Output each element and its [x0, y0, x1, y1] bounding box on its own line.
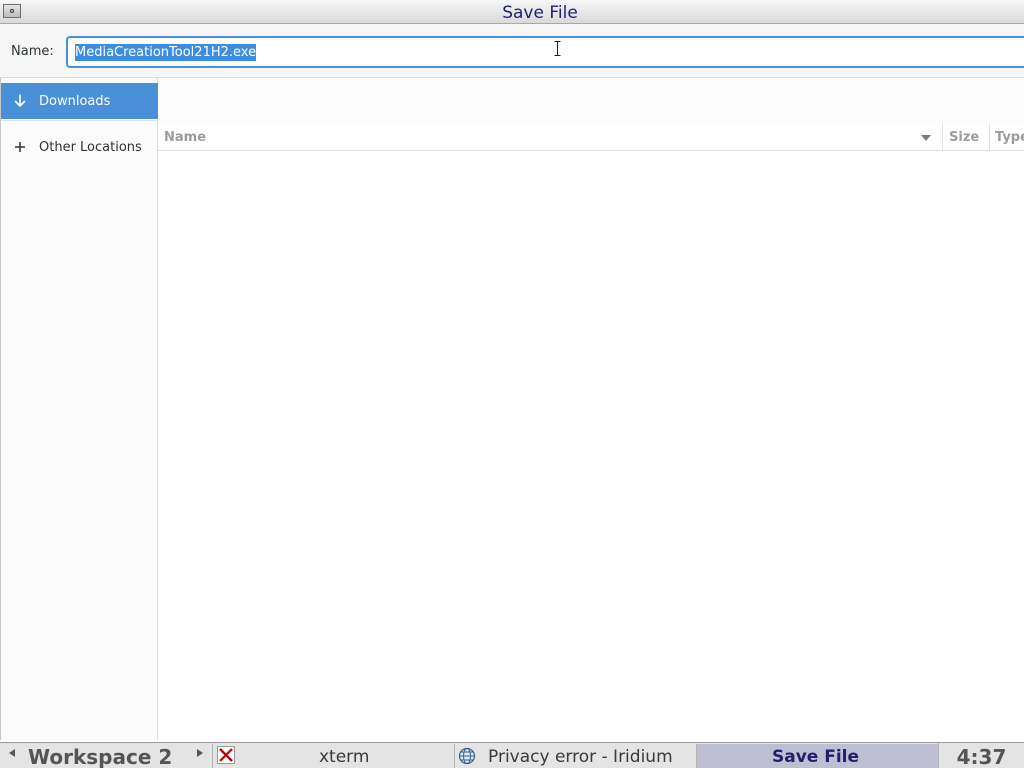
task-label: xterm [319, 747, 370, 767]
column-header-label: Size [949, 130, 980, 145]
column-header-name[interactable]: Name [164, 124, 934, 150]
x-terminal-icon [217, 746, 235, 764]
column-header-label: Type [995, 130, 1024, 145]
task-save-file[interactable]: Save File [696, 744, 938, 768]
workspace-prev-arrow-icon[interactable] [9, 749, 15, 757]
path-bar [158, 78, 1024, 124]
sidebar-item-other-locations[interactable]: Other Locations [1, 129, 158, 165]
file-list-header: Name Size Type [158, 124, 1024, 151]
sidebar-separator [1, 120, 158, 121]
file-list-pane[interactable]: Name Size Type [158, 78, 1024, 740]
window-menu-button[interactable] [3, 4, 21, 18]
workspace-next-arrow-icon[interactable] [197, 749, 203, 757]
name-label: Name: [11, 44, 54, 59]
plus-icon [1, 141, 39, 153]
text-cursor-icon [554, 41, 561, 56]
window-menu-icon [10, 9, 14, 13]
column-header-type[interactable]: Type [989, 124, 1024, 150]
task-xterm[interactable]: xterm [212, 744, 454, 768]
dialog-header: Name: MediaCreationTool21H2.exe [0, 24, 1024, 78]
workspace-label[interactable]: Workspace 2 [28, 743, 172, 768]
globe-icon [458, 747, 476, 765]
column-header-label: Name [164, 130, 207, 145]
name-input-value: MediaCreationTool21H2.exe [75, 43, 257, 61]
window-titlebar[interactable]: Save File [0, 0, 1024, 24]
task-label: Privacy error - Iridium [488, 747, 673, 767]
places-sidebar: Downloads Other Locations [0, 78, 158, 740]
column-header-size[interactable]: Size [942, 124, 989, 150]
sidebar-item-downloads[interactable]: Downloads [1, 83, 158, 119]
task-label: Save File [772, 747, 860, 767]
taskbar-clock: 4:37 [938, 743, 1024, 768]
arrow-down-icon [1, 94, 39, 108]
task-iridium[interactable]: Privacy error - Iridium [454, 744, 696, 768]
screen: Save File Name: MediaCreationTool21H2.ex… [0, 0, 1024, 768]
name-input[interactable]: MediaCreationTool21H2.exe [66, 36, 1024, 68]
window-title: Save File [502, 3, 578, 23]
sidebar-item-label: Downloads [39, 93, 111, 109]
sidebar-item-label: Other Locations [39, 139, 142, 155]
sort-descending-icon[interactable] [921, 135, 931, 141]
taskbar: Workspace 2 xterm Privacy error - Iridiu… [0, 742, 1024, 768]
